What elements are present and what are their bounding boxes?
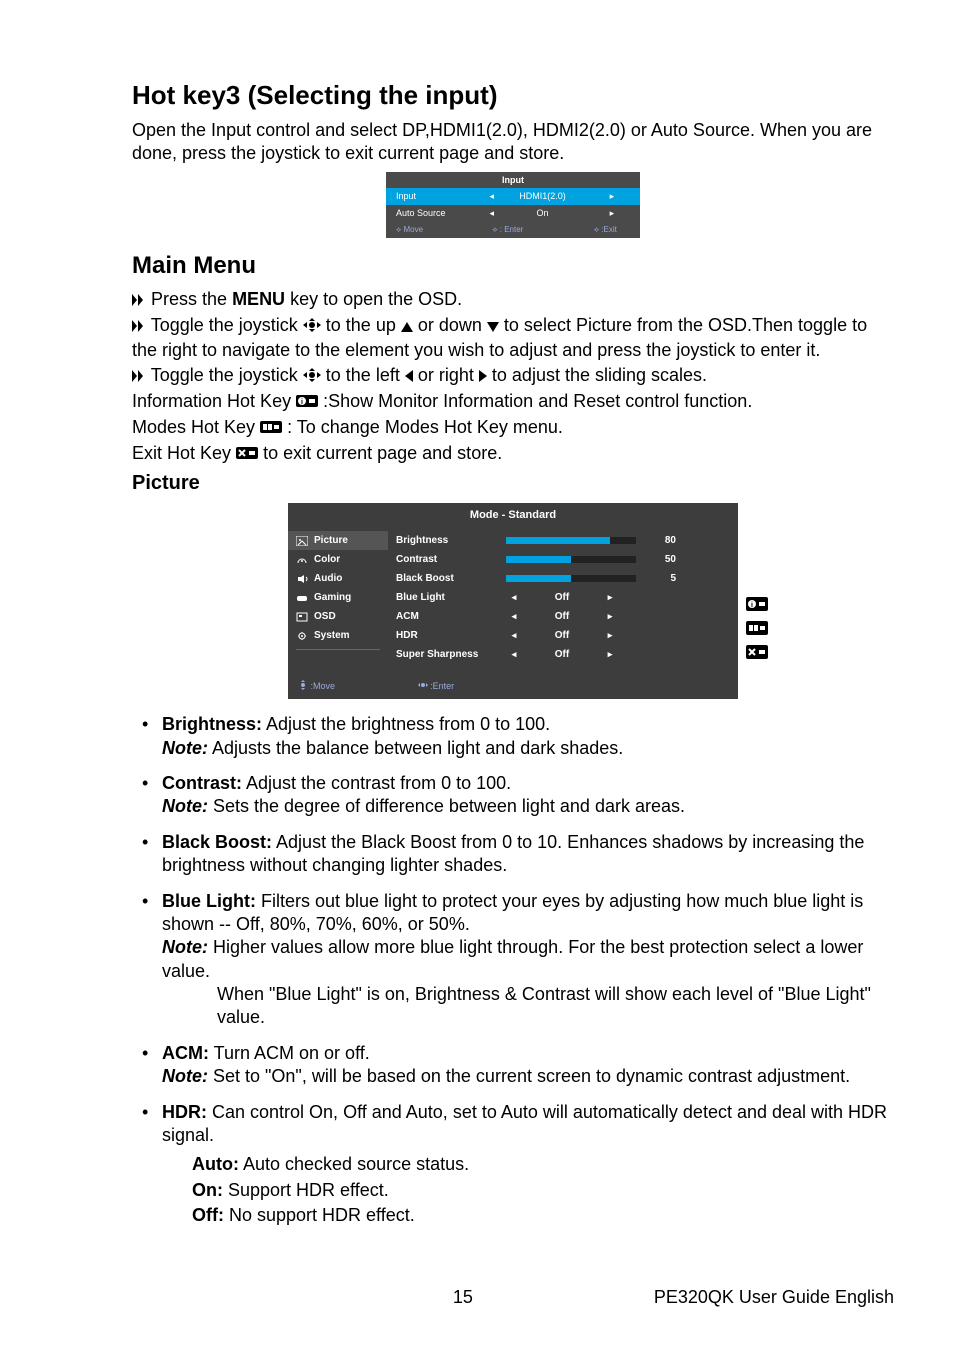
bullet-hdr: HDR: Can control On, Off and Auto, set t… [132, 1101, 894, 1228]
right-arrow-icon: ▸ [584, 205, 640, 222]
autosource-value: On [501, 205, 584, 222]
left-arrow-icon [405, 365, 413, 388]
mm-line5: Modes Hot Key : To change Modes Hot Key … [132, 416, 894, 440]
double-chevron-icon [132, 289, 146, 312]
side-picture: Picture [288, 531, 388, 550]
mm-line1: Press the MENU key to open the OSD. [132, 288, 894, 312]
input-row-label: Input [386, 188, 482, 205]
row-bluelight: Blue Light ◂Off▸ [388, 588, 738, 607]
svg-text:i: i [301, 399, 303, 406]
hdr-auto: Auto: Auto checked source status. [192, 1153, 894, 1176]
bluelight-note2: When "Blue Light" is on, Brightness & Co… [162, 983, 894, 1030]
modes-hotkey-icon [746, 621, 764, 635]
side-audio: Audio [288, 569, 388, 588]
guide-name: PE320QK User Guide English [654, 1287, 894, 1308]
side-osd: OSD [288, 607, 388, 626]
mm-line6: Exit Hot Key to exit current page and st… [132, 442, 894, 466]
row-brightness: Brightness 80 [388, 531, 738, 550]
down-arrow-icon [487, 315, 499, 338]
left-arrow-icon: ◂ [482, 188, 501, 205]
right-arrow-icon: ▸ [584, 188, 640, 205]
bullet-bluelight: Blue Light: Filters out blue light to pr… [132, 890, 894, 1030]
side-system: System [288, 626, 388, 645]
bullet-acm: ACM: Turn ACM on or off. Note: Set to "O… [132, 1042, 894, 1089]
mm-line2: Toggle the joystick to the up or down to… [132, 314, 894, 362]
left-arrow-icon: ◂ [482, 205, 501, 222]
picture-heading: Picture [132, 472, 894, 495]
osd-side-nav: Picture Color Audio Gaming OSD System [288, 527, 388, 668]
up-arrow-icon [401, 315, 413, 338]
double-chevron-icon [132, 315, 146, 338]
hotkey3-title: Hot key3 (Selecting the input) [132, 80, 894, 111]
page-footer: 15 PE320QK User Guide English [132, 1287, 894, 1308]
info-hotkey-icon: i [296, 391, 318, 414]
panel-footer: :Move :Enter [288, 668, 738, 699]
row-hdr: HDR ◂Off▸ [388, 626, 738, 645]
exit-hotkey-icon [236, 443, 258, 466]
osd-content: Brightness 80 Contrast 50 Black Boost 5 … [388, 527, 738, 668]
side-gaming: Gaming [288, 588, 388, 607]
hdr-on: On: Support HDR effect. [192, 1179, 894, 1202]
picture-osd-panel: Mode - Standard Picture Color Audio Gami… [288, 503, 738, 699]
input-panel-title: Input [386, 172, 640, 188]
side-color: Color [288, 550, 388, 569]
info-hotkey-icon: i [746, 597, 764, 611]
page-number: 15 [272, 1287, 654, 1308]
autosource-label: Auto Source [386, 205, 482, 222]
exit-hotkey-icon [746, 645, 764, 659]
svg-text:i: i [751, 602, 753, 609]
hdr-off: Off: No support HDR effect. [192, 1204, 894, 1227]
picture-panel-mode: Mode - Standard [288, 503, 738, 527]
hotkey3-desc: Open the Input control and select DP,HDM… [132, 119, 894, 166]
row-supersharp: Super Sharpness ◂Off▸ [388, 645, 738, 664]
bullet-blackboost: Black Boost: Adjust the Black Boost from… [132, 831, 894, 878]
joystick-icon [303, 315, 321, 338]
mm-line3: Toggle the joystick to the left or right… [132, 364, 894, 388]
footer-enter: ⟡ : Enter [482, 222, 584, 238]
main-menu-title: Main Menu [132, 252, 894, 280]
footer-move: ⟡ Move [386, 222, 482, 238]
row-acm: ACM ◂Off▸ [388, 607, 738, 626]
double-chevron-icon [132, 365, 146, 388]
bullet-brightness: Brightness: Adjust the brightness from 0… [132, 713, 894, 760]
bullet-contrast: Contrast: Adjust the contrast from 0 to … [132, 772, 894, 819]
footer-exit: ⟡ :Exit [584, 222, 640, 238]
mm-line4: Information Hot Key i :Show Monitor Info… [132, 390, 894, 414]
joystick-icon [303, 365, 321, 388]
modes-hotkey-icon [260, 417, 282, 440]
input-row-value: HDMI1(2.0) [501, 188, 584, 205]
right-arrow-icon [479, 365, 487, 388]
row-contrast: Contrast 50 [388, 550, 738, 569]
input-osd-panel: Input Input ◂ HDMI1(2.0) ▸ Auto Source ◂… [386, 172, 640, 238]
row-blackboost: Black Boost 5 [388, 569, 738, 588]
